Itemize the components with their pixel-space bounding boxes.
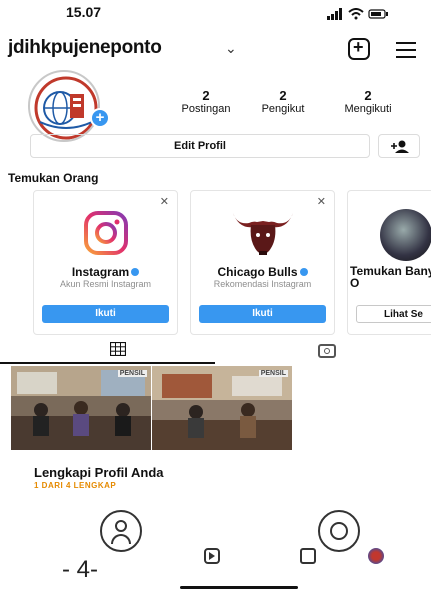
active-tab-indicator [0, 362, 215, 364]
profile-username[interactable]: jdihkpujeneponto [8, 37, 162, 59]
see-all-button[interactable]: Lihat Se [356, 305, 431, 323]
tagged-posts-icon[interactable] [318, 344, 336, 358]
stat-followers[interactable]: 2 Pengikut [242, 88, 324, 115]
suggestion-name: Temukan Banyak O [350, 264, 431, 290]
chevron-down-icon[interactable]: ⌄ [225, 40, 237, 57]
follow-button[interactable]: Ikuti [199, 305, 326, 323]
suggestion-subtitle: Rekomendasi Instagram [213, 279, 312, 289]
profile-nav-icon[interactable] [368, 548, 384, 564]
stat-posts-value: 2 [202, 88, 210, 103]
battery-icon [368, 9, 388, 19]
suggestion-card: ✕ Chicago Bulls Rekomendasi Instagram Ik… [190, 190, 335, 335]
wifi-icon [348, 8, 364, 20]
add-story-button[interactable]: + [90, 108, 110, 128]
verified-badge-icon [299, 268, 308, 276]
follow-button[interactable]: Ikuti [42, 305, 169, 323]
page-number: - 4- [62, 556, 98, 583]
stat-posts[interactable]: 2 Postingan [156, 88, 256, 115]
suggestion-name: Instagram [71, 265, 130, 279]
plus-icon: + [353, 37, 364, 57]
add-person-icon [391, 140, 409, 153]
avatar-logo-image [34, 76, 98, 140]
home-indicator [180, 586, 298, 589]
stat-posts-label: Postingan [181, 103, 231, 115]
post-photo [11, 366, 151, 450]
complete-profile-title: Lengkapi Profil Anda [34, 465, 164, 480]
create-post-button[interactable]: + [348, 37, 370, 60]
discover-people-button[interactable] [378, 134, 420, 158]
close-icon[interactable]: ✕ [160, 195, 169, 208]
suggestion-card: ✕ Instagram Akun Resmi Instagram Ikuti [33, 190, 178, 335]
stat-followers-label: Pengikut [261, 103, 305, 115]
profile-bio-icon[interactable] [318, 510, 360, 552]
post-thumbnail[interactable]: PENSIL [11, 366, 151, 450]
profile-person-icon[interactable] [100, 510, 142, 552]
stat-following-label: Mengikuti [344, 103, 392, 115]
stat-following-value: 2 [364, 88, 372, 103]
discover-more-icon [380, 209, 431, 261]
complete-profile-progress: 1 DARI 4 LENGKAP [34, 481, 117, 490]
stat-followers-value: 2 [279, 88, 287, 103]
status-time: 15.07 [66, 4, 102, 20]
post-watermark-logo: PENSIL [258, 370, 288, 377]
avatar[interactable] [28, 70, 100, 142]
reels-icon[interactable] [204, 548, 220, 564]
suggestion-subtitle: Akun Resmi Instagram [59, 279, 152, 289]
status-icons [327, 8, 388, 20]
chicago-bulls-logo-icon [233, 213, 293, 255]
discover-people-title: Temukan Orang [8, 171, 99, 185]
suggestion-card: Temukan Banyak O Lihat Se [347, 190, 431, 335]
stat-following[interactable]: 2 Mengikuti [318, 88, 418, 115]
shop-icon[interactable] [300, 548, 316, 564]
grid-icon[interactable] [110, 342, 126, 356]
hamburger-menu-icon[interactable] [396, 42, 416, 58]
edit-profile-button[interactable]: Edit Profil [30, 134, 370, 158]
suggestion-name: Chicago Bulls [217, 265, 298, 279]
post-watermark-logo: PENSIL [117, 370, 147, 377]
verified-badge-icon [131, 268, 140, 276]
close-icon[interactable]: ✕ [317, 195, 326, 208]
signal-icon [327, 8, 342, 20]
instagram-logo-icon [84, 211, 128, 255]
post-thumbnail[interactable]: PENSIL [152, 366, 292, 450]
post-photo [152, 366, 292, 450]
